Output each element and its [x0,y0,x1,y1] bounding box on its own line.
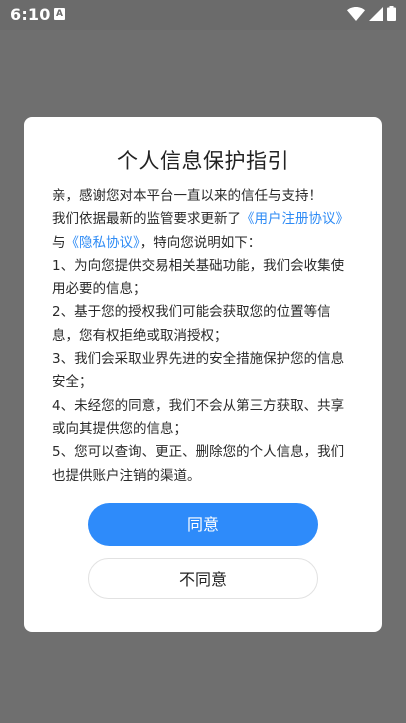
disagree-button[interactable]: 不同意 [88,558,318,599]
battery-icon [387,6,396,21]
point-3: 3、我们会采取业界先进的安全措施保护您的信息安全； [52,351,345,391]
intro-prefix: 我们依据最新的监管要求更新了 [52,211,241,228]
agree-button[interactable]: 同意 [88,503,318,546]
dialog-title: 个人信息保护指引 [117,149,289,173]
point-2: 2、基于您的授权我们可能会获取您的位置等信息，您有权拒绝或取消授权； [52,304,331,344]
dialog-body: 亲，感谢您对本平台一直以来的信任与支持！ 我们依据最新的监管要求更新了《用户注册… [52,185,352,488]
status-bar: 6:10 A [0,0,406,30]
greeting-text: 亲，感谢您对本平台一直以来的信任与支持！ [52,188,322,204]
intro-suffix: ，特向您说明如下： [139,234,262,251]
wifi-icon [347,6,365,21]
user-agreement-link[interactable]: 《用户注册协议》 [241,211,349,227]
point-4: 4、未经您的同意，我们不会从第三方获取、共享或向其提供您的信息； [52,397,345,437]
point-1: 1、为向您提供交易相关基础功能，我们会收集使用必要的信息； [52,257,345,298]
signal-icon [369,6,383,21]
notification-a-icon: A [54,8,65,20]
status-icons [347,6,396,21]
intro-and: 与 [52,234,66,251]
intro-text: 我们依据最新的监管要求更新了《用户注册协议》与《隐私协议》，特向您说明如下： [52,208,352,255]
privacy-dialog: 个人信息保护指引 亲，感谢您对本平台一直以来的信任与支持！ 我们依据最新的监管要… [24,117,382,632]
point-5: 5、您可以查询、更正、删除您的个人信息，我们也提供账户注销的渠道。 [52,444,345,484]
status-time: 6:10 [10,5,51,24]
privacy-policy-link[interactable]: 《隐私协议》 [66,235,140,251]
